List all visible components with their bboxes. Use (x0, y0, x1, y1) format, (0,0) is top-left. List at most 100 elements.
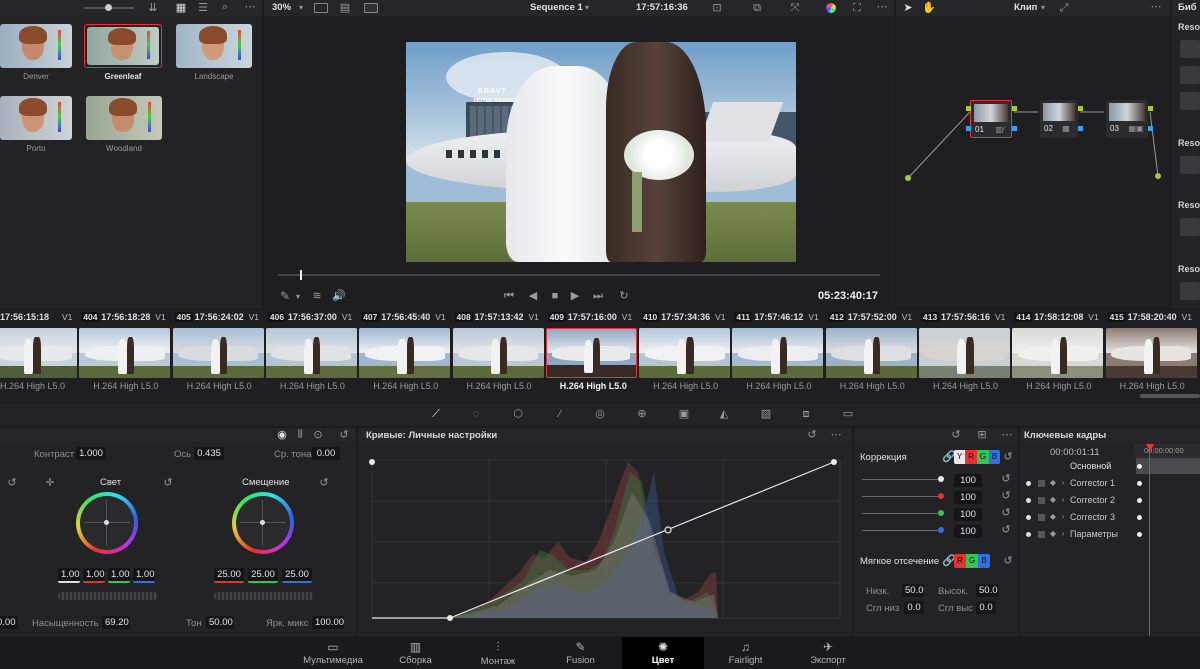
keyframe-diamond-icon[interactable]: ◆ (1048, 510, 1058, 524)
zoom-dropdown-icon[interactable]: ▾ (296, 1, 306, 15)
fit-view-icon[interactable]: ⊡ (710, 1, 724, 15)
volume-icon[interactable]: 🔊 (332, 289, 346, 303)
library-item[interactable] (1180, 218, 1200, 236)
wheels-mode-icon[interactable]: ◉ (276, 428, 288, 442)
timeline-clip[interactable]: 405 17:56:24:02 V1 H.264 High L5.0 (172, 310, 266, 400)
lut-thumb-denver[interactable] (0, 24, 72, 68)
channel-r-toggle[interactable]: R (965, 450, 977, 464)
clip-thumbnail[interactable] (359, 328, 451, 378)
node-01-output[interactable] (1012, 106, 1017, 111)
keyframe-row[interactable]: ◆ › Corrector 2 (1020, 492, 1200, 509)
clip-thumbnail[interactable] (0, 328, 77, 378)
curves-reset-icon[interactable]: ↺ (806, 428, 818, 442)
reset-offset-icon[interactable]: ↺ (318, 476, 330, 490)
g-slider[interactable] (862, 513, 942, 514)
clip-thumbnail[interactable] (1105, 328, 1197, 378)
correction-reset-icon[interactable]: ↺ (950, 428, 962, 442)
node-mode[interactable]: Клип (1014, 2, 1037, 13)
high-clip-value[interactable]: 50.0 (976, 584, 998, 597)
viewer-more-icon[interactable]: ⋯ (874, 0, 890, 14)
keyframe-dot[interactable] (1137, 464, 1142, 469)
node-02-output[interactable] (1078, 106, 1083, 111)
high-soft-value[interactable]: 0.0 (976, 601, 996, 614)
gain-b-value[interactable]: 1.00 (133, 568, 155, 583)
offset-r-value[interactable]: 25.00 (214, 568, 244, 583)
more-options-icon[interactable]: ⋯ (242, 0, 258, 14)
tab-fairlight[interactable]: ♫ Fairlight (705, 637, 787, 669)
eyedropper-icon[interactable]: ✎ (278, 289, 292, 303)
library-item[interactable] (1180, 156, 1200, 174)
list-view-icon[interactable]: ☰ (196, 1, 210, 15)
timeline-clip[interactable]: 410 17:57:34:36 V1 H.264 High L5.0 (639, 310, 732, 400)
g-slider-handle[interactable] (938, 510, 944, 516)
split-screen-icon[interactable]: ▤ (338, 1, 352, 15)
sizing-icon[interactable]: ⧈ (798, 407, 814, 421)
correction-zoom-icon[interactable]: ⊞ (976, 428, 988, 442)
clip-thumbnail[interactable] (825, 328, 917, 378)
library-item[interactable] (1180, 282, 1200, 300)
node-02[interactable]: 02 ▦ (1040, 100, 1078, 138)
play-reverse-icon[interactable]: ◀ (526, 289, 540, 303)
channel-b-toggle[interactable]: B (989, 450, 1000, 464)
r-slider-handle[interactable] (938, 493, 944, 499)
video-frame[interactable]: KRAVT HOTEL KAZAN AIRPORT (406, 42, 796, 262)
keyframe-lock-icon[interactable] (1038, 514, 1045, 521)
keyframe-diamond-icon[interactable]: ◆ (1048, 493, 1058, 507)
offset-color-wheel[interactable] (232, 492, 294, 554)
keyframe-enable-dot[interactable] (1026, 515, 1031, 520)
node-more-icon[interactable]: ⋯ (1148, 0, 1164, 14)
g-value[interactable]: 100 (954, 508, 982, 521)
channel-reset-icon[interactable]: ↺ (1002, 450, 1014, 464)
contrast-value[interactable]: 1.000 (76, 447, 106, 460)
curves-graph[interactable] (358, 442, 852, 636)
search-icon[interactable]: ⌕ (218, 0, 232, 14)
library-tab[interactable]: Биб (1172, 0, 1200, 16)
tab-cut[interactable]: ▥ Сборка (375, 637, 457, 669)
keyframe-dot[interactable] (1137, 515, 1142, 520)
timeline-clip[interactable]: 406 17:56:37:00 V1 H.264 High L5.0 (265, 310, 359, 400)
r-value[interactable]: 100 (954, 491, 982, 504)
clip-thumbnail[interactable] (452, 328, 544, 378)
tab-deliver[interactable]: ✈ Экспорт (787, 637, 869, 669)
curves-palette-icon[interactable]: ⟋ (428, 407, 444, 421)
timeline-scrollbar[interactable] (1140, 394, 1200, 398)
y-reset-icon[interactable]: ↺ (1000, 472, 1012, 486)
timeline-clip[interactable]: 408 17:57:13:42 V1 H.264 High L5.0 (452, 310, 546, 400)
3d-icon[interactable]: ▭ (840, 407, 856, 421)
node-01-input[interactable] (966, 106, 971, 111)
timeline-clip[interactable]: 411 17:57:46:12 V1 H.264 High L5.0 (732, 310, 825, 400)
curve-point-mid[interactable] (664, 526, 672, 534)
keyframe-dot[interactable] (1137, 532, 1142, 537)
clip-thumbnail[interactable] (1012, 328, 1104, 378)
soft-clip-reset-icon[interactable]: ↺ (1002, 554, 1014, 568)
expand-arrow-icon[interactable]: › (1058, 476, 1068, 490)
midtone-value[interactable]: 0.00 (312, 447, 340, 460)
viewer-mode-icon[interactable] (314, 3, 328, 13)
clip-thumbnail[interactable] (639, 328, 731, 378)
hand-icon[interactable]: ✋ (922, 1, 936, 15)
node-mode-dropdown-icon[interactable]: ▾ (1038, 1, 1048, 15)
reset-gain-icon[interactable]: ↺ (162, 476, 174, 490)
b-slider[interactable] (862, 530, 942, 531)
viewer-playhead[interactable] (300, 270, 302, 280)
thumb-size-slider-handle[interactable] (105, 4, 112, 11)
reset-wheel-icon[interactable]: ↺ (6, 476, 18, 490)
keyframe-enable-dot[interactable] (1026, 481, 1031, 486)
clip-thumbnail[interactable] (79, 328, 171, 378)
sequence-dropdown-icon[interactable]: ▾ (582, 1, 592, 15)
zoom-level[interactable]: 30% (272, 2, 291, 13)
correction-more-icon[interactable]: ⋯ (1000, 428, 1014, 442)
log-mode-icon[interactable]: ⊙ (312, 428, 324, 442)
node-01-key-output[interactable] (1012, 126, 1017, 131)
power-window-icon[interactable]: ◎ (592, 407, 608, 421)
crosshair-icon[interactable]: ✛ (44, 476, 56, 490)
clip-thumbnail[interactable] (172, 328, 264, 378)
sort-icon[interactable]: ⇊ (146, 1, 160, 15)
keyframe-diamond-icon[interactable]: ◆ (1048, 527, 1058, 541)
y-slider[interactable] (862, 479, 942, 480)
keyframe-diamond-icon[interactable]: ◆ (1048, 476, 1058, 490)
wipe-icon[interactable]: ⧉ (750, 1, 764, 15)
keyframe-row[interactable]: ◆ › Параметры (1020, 526, 1200, 543)
keyframe-dot[interactable] (1137, 481, 1142, 486)
keyframe-lock-icon[interactable] (1038, 480, 1045, 487)
